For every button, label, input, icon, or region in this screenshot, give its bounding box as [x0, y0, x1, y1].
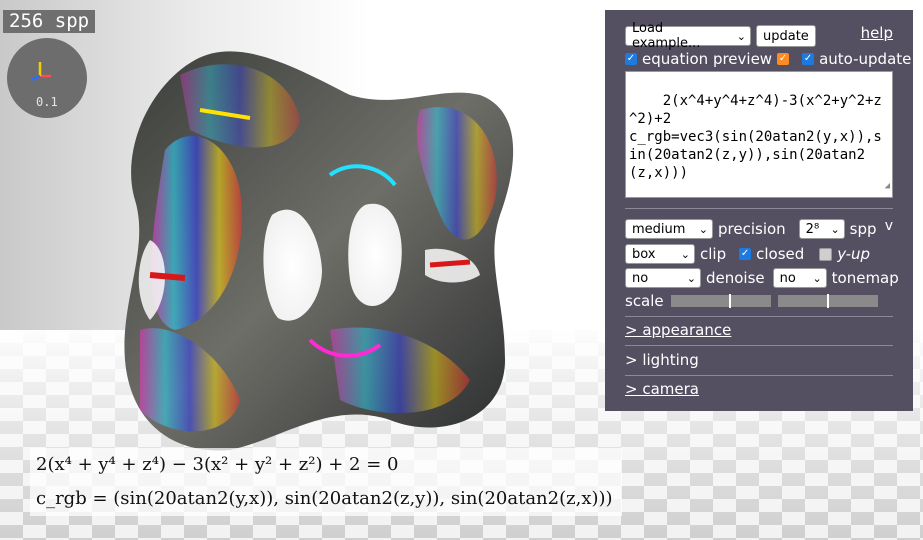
y-up-label: y-up: [837, 245, 871, 263]
scale-label: scale: [625, 292, 664, 310]
precision-select[interactable]: medium ⌄: [625, 219, 713, 239]
chevron-down-icon: ⌄: [680, 247, 690, 261]
precision-row: medium ⌄ precision 2⁸ ⌄ spp: [625, 219, 877, 239]
auto-update-label: auto-update: [819, 50, 912, 68]
help-link[interactable]: help: [861, 24, 893, 42]
scale-row: scale: [625, 292, 878, 310]
axis-z-line: [30, 74, 41, 82]
chevron-down-icon: ⌄: [736, 29, 746, 43]
update-button[interactable]: update: [756, 25, 816, 47]
camera-link[interactable]: > camera: [625, 380, 699, 398]
denoise-value: no: [632, 270, 649, 286]
chevron-down-icon: ⌄: [698, 222, 708, 236]
closed-label: closed: [756, 245, 805, 263]
clip-label: clip: [700, 245, 727, 263]
equation-preview-color-checkbox[interactable]: ✓: [777, 53, 790, 65]
closed-checkbox[interactable]: ✓: [739, 248, 752, 260]
slider-thumb[interactable]: [826, 294, 829, 308]
clip-select[interactable]: box ⌄: [625, 244, 695, 264]
load-example-select[interactable]: Load example... ⌄: [625, 21, 751, 51]
top-controls: Load example... ⌄ update: [625, 21, 816, 51]
spp-value: 2⁸: [805, 221, 820, 237]
divider: [625, 345, 893, 346]
spp-counter: 256 spp: [3, 10, 96, 33]
scale-slider-2[interactable]: [777, 294, 878, 308]
divider: [625, 316, 893, 317]
scale-slider-1[interactable]: [670, 294, 771, 308]
tonemap-label: tonemap: [831, 269, 899, 287]
clip-value: box: [632, 246, 656, 262]
spp-select[interactable]: 2⁸ ⌄: [798, 219, 845, 239]
gizmo-scale-label: 0.1: [36, 95, 58, 109]
equation-textarea[interactable]: 2(x^4+y^4+z^4)-3(x^2+y^2+z^2)+2 c_rgb=ve…: [625, 71, 893, 198]
spp-label: spp: [849, 220, 877, 238]
denoise-row: no ⌄ denoise no ⌄ tonemap: [625, 268, 899, 288]
divider: [625, 208, 893, 209]
tonemap-select[interactable]: no ⌄: [772, 268, 827, 288]
precision-label: precision: [718, 220, 786, 238]
clip-row: box ⌄ clip ✓ closed y-up: [625, 244, 870, 264]
chevron-down-icon: ⌄: [686, 271, 696, 285]
load-example-label: Load example...: [632, 21, 701, 51]
equation-preview-line2: c_rgb = (sin(20atan2(y,x)), sin(20atan2(…: [30, 482, 622, 516]
preview-options: ✓ equation preview ✓ ✓ auto-update: [625, 50, 911, 68]
y-up-checkbox[interactable]: [819, 247, 833, 261]
resize-grip-icon[interactable]: ◢: [885, 177, 890, 195]
chevron-down-icon: ⌄: [830, 222, 840, 236]
equation-preview-line1: 2(x⁴ + y⁴ + z⁴) − 3(x² + y² + z²) + 2 = …: [30, 448, 622, 482]
precision-value: medium: [632, 221, 686, 237]
equation-preview-checkbox[interactable]: ✓: [625, 53, 637, 65]
slider-thumb[interactable]: [729, 294, 732, 308]
denoise-select[interactable]: no ⌄: [625, 268, 701, 288]
equation-preview-label: equation preview: [642, 50, 773, 68]
collapse-toggle[interactable]: v: [885, 218, 893, 234]
lighting-link[interactable]: > lighting: [625, 351, 699, 369]
settings-panel: Load example... ⌄ update help ✓ equation…: [605, 10, 913, 411]
chevron-down-icon: ⌄: [812, 271, 822, 285]
auto-update-checkbox[interactable]: ✓: [802, 53, 815, 65]
equation-text: 2(x^4+y^4+z^4)-3(x^2+y^2+z^2)+2 c_rgb=ve…: [629, 93, 882, 181]
tonemap-value: no: [779, 270, 796, 286]
appearance-link[interactable]: > appearance: [625, 321, 731, 339]
denoise-label: denoise: [706, 269, 765, 287]
divider: [625, 375, 893, 376]
